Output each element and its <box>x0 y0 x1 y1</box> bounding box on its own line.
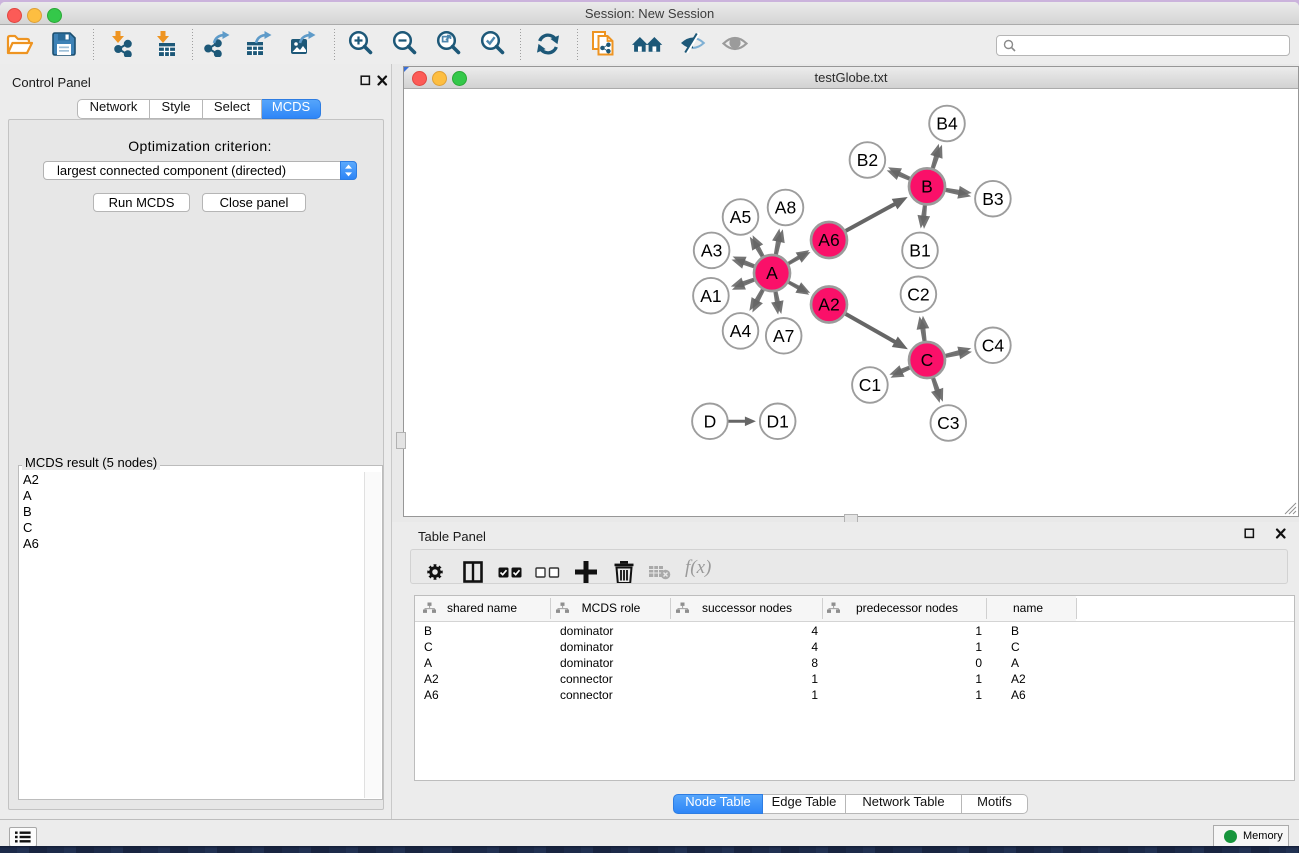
svg-text:C3: C3 <box>937 413 959 433</box>
svg-text:A4: A4 <box>730 321 752 341</box>
svg-text:A8: A8 <box>775 198 796 218</box>
svg-text:A1: A1 <box>700 286 721 306</box>
svg-text:B4: B4 <box>936 114 958 134</box>
svg-text:A5: A5 <box>730 207 751 227</box>
svg-text:A3: A3 <box>701 241 722 261</box>
svg-text:C4: C4 <box>982 336 1005 356</box>
svg-text:B: B <box>921 177 933 197</box>
svg-text:D: D <box>704 412 717 432</box>
svg-text:A2: A2 <box>818 295 839 315</box>
svg-text:A6: A6 <box>818 230 839 250</box>
svg-text:A7: A7 <box>773 326 794 346</box>
svg-text:B2: B2 <box>857 150 878 170</box>
svg-text:D1: D1 <box>767 412 789 432</box>
svg-text:C1: C1 <box>859 375 881 395</box>
svg-text:B1: B1 <box>909 241 930 261</box>
svg-text:C2: C2 <box>907 285 929 305</box>
svg-text:A: A <box>766 263 778 283</box>
svg-text:B3: B3 <box>982 189 1003 209</box>
svg-text:C: C <box>921 350 934 370</box>
